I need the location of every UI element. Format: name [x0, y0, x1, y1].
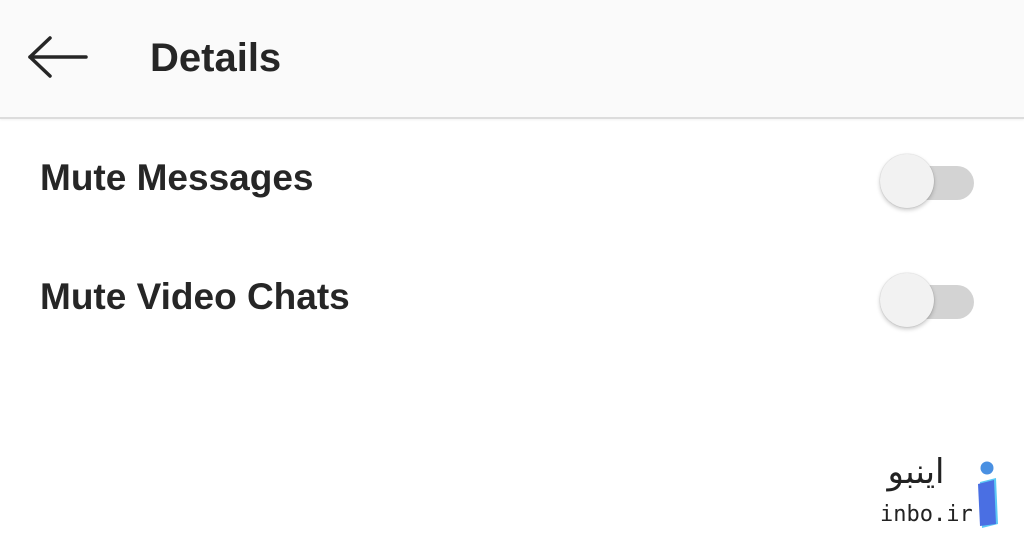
watermark-text-fa: اینبو [887, 452, 945, 492]
mute-messages-label: Mute Messages [40, 157, 314, 198]
inbo-logo-icon [978, 461, 998, 528]
arrow-left-icon [28, 36, 88, 78]
watermark: اینبو inbo.ir [876, 450, 1006, 530]
details-screen: Details Mute Messages Mute Video Chats ا… [0, 0, 1024, 540]
mute-video-chats-label: Mute Video Chats [40, 276, 350, 317]
page-title: Details [150, 36, 282, 80]
app-header: Details [0, 0, 1024, 119]
toggle-thumb [880, 154, 934, 208]
mute-messages-toggle[interactable] [880, 150, 976, 208]
mute-messages-row: Mute Messages [0, 128, 1024, 228]
mute-video-chats-toggle[interactable] [880, 269, 976, 327]
mute-video-chats-row: Mute Video Chats [0, 247, 1024, 347]
back-button[interactable] [18, 25, 98, 89]
watermark-text-en: inbo.ir [880, 502, 973, 527]
toggle-thumb [880, 273, 934, 327]
